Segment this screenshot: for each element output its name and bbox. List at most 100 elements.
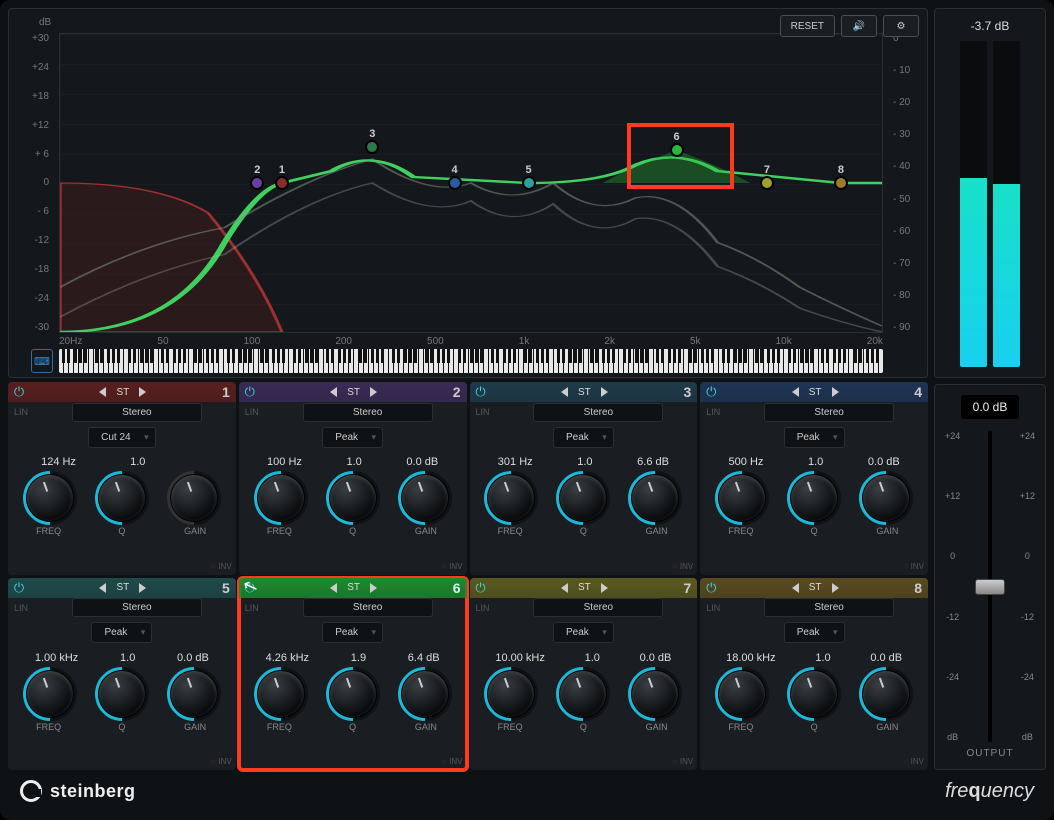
band-power-3[interactable]: ⏻ <box>470 384 492 400</box>
band-mode-7[interactable]: ST <box>578 582 591 593</box>
band-prev-8[interactable] <box>792 583 799 593</box>
band-next-3[interactable] <box>601 387 608 397</box>
band-stereo-select-7[interactable]: Stereo <box>533 598 663 617</box>
band-next-2[interactable] <box>370 387 377 397</box>
band-mode-5[interactable]: ST <box>116 582 129 593</box>
band-next-4[interactable] <box>832 387 839 397</box>
band-gain-knob-2[interactable] <box>401 474 449 522</box>
band-gain-knob-5[interactable] <box>170 670 218 718</box>
band-power-5[interactable]: ⏻ <box>8 580 30 596</box>
band-freq-knob-3[interactable] <box>487 474 535 522</box>
band-freq-knob-6[interactable] <box>257 670 305 718</box>
band-lin-7[interactable]: LIN <box>476 603 500 613</box>
band-inv-2[interactable]: INV <box>441 562 462 571</box>
frequency-keyboard[interactable] <box>59 349 883 373</box>
band-next-8[interactable] <box>832 583 839 593</box>
band-filter-type-5[interactable]: Peak <box>91 622 152 643</box>
band-stereo-select-6[interactable]: Stereo <box>303 598 433 617</box>
eq-node-2[interactable] <box>250 176 264 190</box>
band-lin-4[interactable]: LIN <box>706 407 730 417</box>
band-stereo-select-3[interactable]: Stereo <box>533 403 663 422</box>
band-gain-value-7[interactable]: 0.0 dB <box>640 652 672 664</box>
band-mode-1[interactable]: ST <box>116 387 129 398</box>
band-inv-7[interactable]: INV <box>672 757 693 766</box>
band-freq-knob-4[interactable] <box>718 474 766 522</box>
band-stereo-select-4[interactable]: Stereo <box>764 403 894 422</box>
band-inv-4[interactable]: INV <box>903 562 924 571</box>
band-gain-value-3[interactable]: 6.6 dB <box>637 456 669 468</box>
band-next-5[interactable] <box>139 583 146 593</box>
band-gain-knob-6[interactable] <box>401 670 449 718</box>
band-q-value-1[interactable]: 1.0 <box>130 456 145 468</box>
band-power-1[interactable]: ⏻ <box>8 384 30 400</box>
band-gain-knob-4[interactable] <box>862 474 910 522</box>
band-filter-type-2[interactable]: Peak <box>322 427 383 448</box>
band-prev-5[interactable] <box>99 583 106 593</box>
band-q-value-5[interactable]: 1.0 <box>120 652 135 664</box>
band-inv-1[interactable]: INV <box>210 562 231 571</box>
band-mode-6[interactable]: ST <box>347 582 360 593</box>
band-prev-2[interactable] <box>330 387 337 397</box>
band-inv-8[interactable]: INV <box>903 757 924 766</box>
band-q-knob-6[interactable] <box>329 670 377 718</box>
eq-node-8[interactable] <box>834 176 848 190</box>
band-filter-type-6[interactable]: Peak <box>322 622 383 643</box>
band-mode-2[interactable]: ST <box>347 387 360 398</box>
band-q-knob-3[interactable] <box>559 474 607 522</box>
band-gain-value-4[interactable]: 0.0 dB <box>868 456 900 468</box>
band-inv-5[interactable]: INV <box>210 757 231 766</box>
band-q-value-8[interactable]: 1.0 <box>815 652 830 664</box>
band-power-2[interactable]: ⏻ <box>239 384 261 400</box>
band-lin-3[interactable]: LIN <box>476 407 500 417</box>
band-stereo-select-2[interactable]: Stereo <box>303 403 433 422</box>
audition-button[interactable]: 🔊 <box>841 15 877 37</box>
band-freq-value-3[interactable]: 301 Hz <box>498 456 533 468</box>
band-q-knob-4[interactable] <box>790 474 838 522</box>
band-prev-7[interactable] <box>561 583 568 593</box>
band-power-6[interactable]: ⏻ <box>239 580 261 596</box>
keyboard-toggle[interactable]: ⌨ <box>31 349 53 373</box>
band-freq-value-1[interactable]: 124 Hz <box>41 456 76 468</box>
band-power-4[interactable]: ⏻ <box>700 384 722 400</box>
band-stereo-select-1[interactable]: Stereo <box>72 403 202 422</box>
band-q-knob-1[interactable] <box>98 474 146 522</box>
band-gain-value-2[interactable]: 0.0 dB <box>406 456 438 468</box>
band-inv-3[interactable]: INV <box>672 562 693 571</box>
band-freq-value-8[interactable]: 18.00 kHz <box>726 652 776 664</box>
eq-node-5[interactable] <box>522 176 536 190</box>
band-filter-type-3[interactable]: Peak <box>553 427 614 448</box>
band-gain-knob-1[interactable] <box>170 474 218 522</box>
band-gain-value-8[interactable]: 0.0 dB <box>870 652 902 664</box>
band-q-value-2[interactable]: 1.0 <box>347 456 362 468</box>
band-gain-knob-8[interactable] <box>862 670 910 718</box>
band-filter-type-1[interactable]: Cut 24 <box>88 427 155 448</box>
eq-node-1[interactable] <box>275 176 289 190</box>
band-q-knob-7[interactable] <box>559 670 607 718</box>
band-q-knob-2[interactable] <box>329 474 377 522</box>
band-mode-3[interactable]: ST <box>578 387 591 398</box>
band-lin-1[interactable]: LIN <box>14 407 38 417</box>
band-power-7[interactable]: ⏻ <box>470 580 492 596</box>
eq-curve-area[interactable]: 12345678 <box>59 33 883 333</box>
band-freq-value-7[interactable]: 10.00 kHz <box>495 652 545 664</box>
band-q-knob-5[interactable] <box>98 670 146 718</box>
band-filter-type-8[interactable]: Peak <box>784 622 845 643</box>
band-freq-knob-8[interactable] <box>718 670 766 718</box>
band-freq-value-6[interactable]: 4.26 kHz <box>266 652 309 664</box>
output-fader-handle[interactable] <box>975 579 1005 595</box>
band-prev-3[interactable] <box>561 387 568 397</box>
band-q-value-6[interactable]: 1.9 <box>351 652 366 664</box>
band-mode-4[interactable]: ST <box>809 387 822 398</box>
band-mode-8[interactable]: ST <box>809 582 822 593</box>
band-lin-2[interactable]: LIN <box>245 407 269 417</box>
band-lin-6[interactable]: LIN <box>245 603 269 613</box>
band-freq-knob-1[interactable] <box>26 474 74 522</box>
band-gain-knob-7[interactable] <box>631 670 679 718</box>
band-filter-type-4[interactable]: Peak <box>784 427 845 448</box>
band-q-value-7[interactable]: 1.0 <box>585 652 600 664</box>
eq-node-4[interactable] <box>448 176 462 190</box>
band-q-value-3[interactable]: 1.0 <box>577 456 592 468</box>
band-next-7[interactable] <box>601 583 608 593</box>
band-prev-6[interactable] <box>330 583 337 593</box>
band-lin-5[interactable]: LIN <box>14 603 38 613</box>
